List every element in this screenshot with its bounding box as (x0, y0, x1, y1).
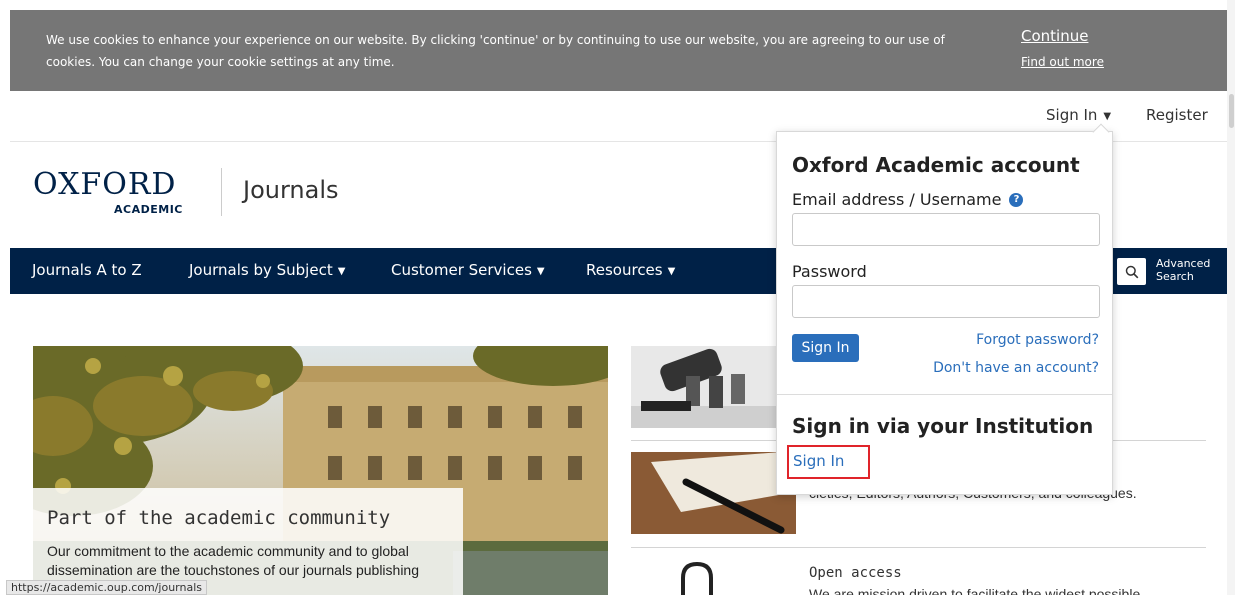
hero-banner[interactable]: Part of the academic community Our commi… (33, 346, 608, 595)
nav-item-label: Journals A to Z (32, 261, 142, 279)
card-lock-image[interactable] (631, 560, 796, 595)
advanced-search-link[interactable]: Advanced Search (1156, 257, 1210, 283)
password-label: Password (792, 262, 867, 281)
pen-notebook-image (631, 452, 796, 534)
caret-down-icon: ▼ (667, 266, 676, 277)
card-title: Open access (809, 565, 902, 581)
search-button[interactable] (1117, 258, 1146, 285)
email-input[interactable] (792, 213, 1100, 246)
advanced-search-line2: Search (1156, 270, 1194, 283)
logo-oxford-wordmark: OXFORD (33, 167, 177, 202)
search-icon (1125, 265, 1138, 278)
account-title: Oxford Academic account (792, 153, 1080, 177)
sign-in-dropdown: Oxford Academic account Email address / … (776, 123, 1113, 495)
nav-item-label: Journals by Subject (189, 261, 333, 279)
help-icon[interactable]: ? (1009, 193, 1024, 207)
sign-in-label: Sign In (1046, 106, 1098, 124)
page-scrollbar[interactable] (1227, 0, 1235, 595)
hero-title: Part of the academic community (47, 507, 391, 529)
caret-down-icon: ▼ (1103, 111, 1112, 122)
register-link[interactable]: Register (1146, 106, 1208, 124)
card-divider (631, 547, 1206, 548)
cookie-continue-link[interactable]: Continue (1021, 27, 1088, 45)
cookie-banner: We use cookies to enhance your experienc… (10, 10, 1227, 91)
cookie-find-out-more-link[interactable]: Find out more (1021, 55, 1104, 69)
cookie-message: We use cookies to enhance your experienc… (46, 33, 945, 69)
caret-down-icon: ▼ (536, 266, 545, 277)
nav-journals-a-to-z[interactable]: Journals A to Z (32, 261, 142, 279)
create-account-link[interactable]: Don't have an account? (933, 360, 1099, 376)
nav-resources[interactable]: Resources ▼ (586, 261, 675, 279)
hero-caption: Part of the academic community Our commi… (33, 488, 463, 595)
logo-divider (221, 168, 222, 216)
hero-description: Our commitment to the academic community… (47, 543, 420, 578)
dropdown-pointer (1092, 123, 1110, 141)
sign-in-button[interactable]: Sign In (792, 334, 859, 362)
logo-academic-wordmark: ACADEMIC (114, 203, 183, 216)
email-label: Email address / Username? (792, 190, 1024, 209)
forgot-password-link[interactable]: Forgot password? (976, 332, 1099, 348)
card-pen-image[interactable] (631, 452, 796, 534)
card-microscope-image[interactable] (631, 346, 796, 428)
site-section-title: Journals (243, 176, 339, 204)
institution-title: Sign in via your Institution (792, 414, 1094, 438)
advanced-search-line1: Advanced (1156, 257, 1211, 270)
card-description: We are mission driven to facilitate the … (809, 586, 1141, 595)
sign-in-menu-toggle[interactable]: Sign In ▼ (1046, 106, 1111, 124)
nav-item-label: Customer Services (391, 261, 532, 279)
caret-down-icon: ▼ (337, 266, 346, 277)
nav-item-label: Resources (586, 261, 663, 279)
nav-customer-services[interactable]: Customer Services ▼ (391, 261, 545, 279)
oxford-academic-logo[interactable]: OXFORD ACADEMIC (33, 167, 182, 217)
scrollbar-thumb[interactable] (1229, 94, 1234, 128)
dropdown-divider (777, 394, 1112, 395)
nav-journals-by-subject[interactable]: Journals by Subject ▼ (189, 261, 345, 279)
email-label-text: Email address / Username (792, 190, 1002, 209)
microscope-image (631, 346, 796, 428)
padlock-image (631, 560, 796, 595)
password-input[interactable] (792, 285, 1100, 318)
institution-sign-in-link[interactable]: Sign In (787, 445, 870, 479)
browser-status-url: https://academic.oup.com/journals (6, 580, 207, 595)
